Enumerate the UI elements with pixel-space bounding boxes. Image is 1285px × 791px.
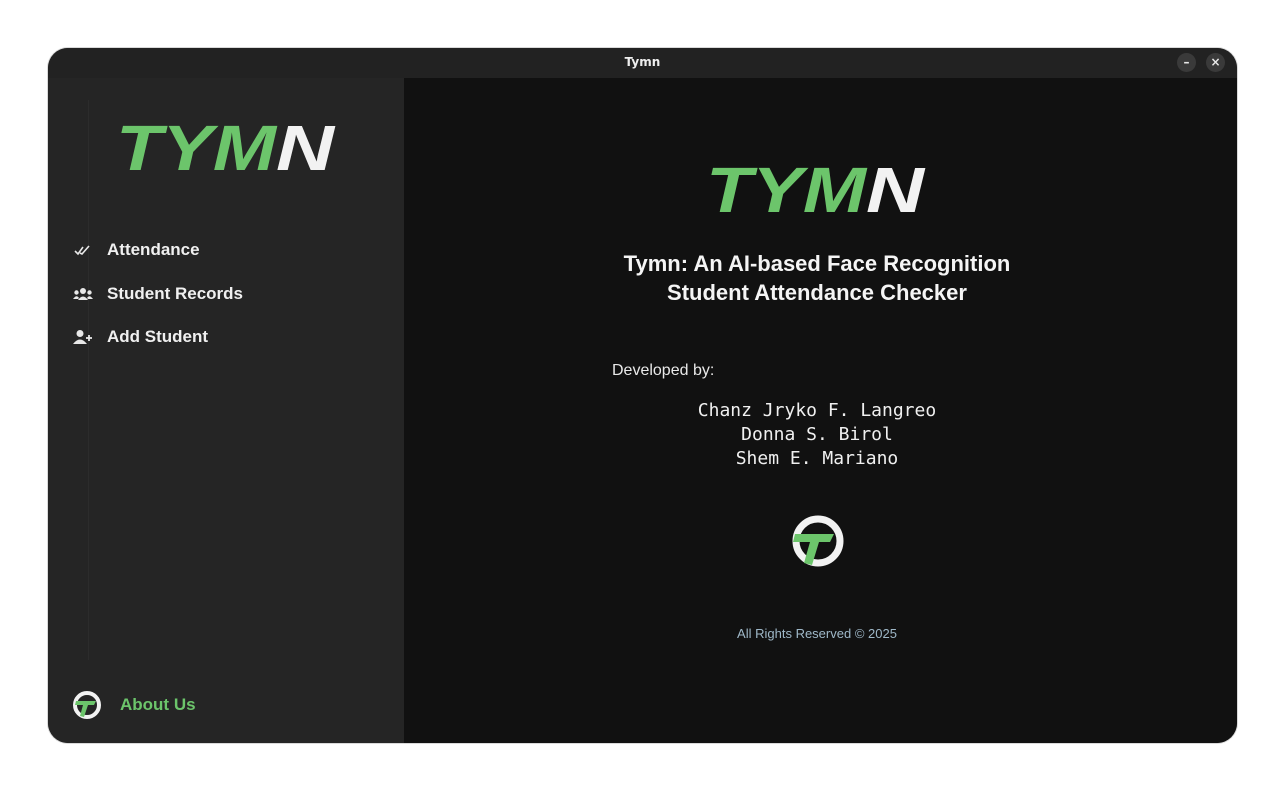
developed-by-label: Developed by: <box>612 362 715 379</box>
title-bar[interactable]: Tymn – × <box>48 48 1237 78</box>
developer-name: Donna S. Birol <box>741 424 893 445</box>
developer-name: Shem E. Mariano <box>735 448 899 469</box>
sidebar-item-add-student[interactable]: Add Student <box>72 323 372 351</box>
main-content: TYM N Tymn: An AI-based Face Recognition… <box>404 78 1237 743</box>
app-title-line-1: Tymn: An AI-based Face Recognition <box>623 251 1011 276</box>
svg-text:TYM: TYM <box>116 114 278 182</box>
tymn-emblem-icon <box>73 691 101 719</box>
svg-text:TYM: TYM <box>706 156 868 224</box>
sidebar-item-label: Student Records <box>107 284 244 303</box>
sidebar-item-label: Add Student <box>107 327 209 346</box>
sidebar-item-student-records[interactable]: Student Records <box>72 280 372 308</box>
sidebar-item-attendance[interactable]: Attendance <box>72 236 372 264</box>
copyright-text: All Rights Reserved © 2025 <box>737 626 897 641</box>
sidebar-item-label: Attendance <box>107 240 200 259</box>
double-check-icon <box>74 245 90 256</box>
close-button[interactable]: × <box>1206 53 1225 72</box>
svg-text:N: N <box>276 114 336 182</box>
sidebar: TYM N Attendance Student Records Add Stu… <box>48 78 404 743</box>
tymn-logo: TYM N <box>116 114 336 182</box>
tymn-logo-large: TYM N <box>706 156 926 224</box>
user-plus-icon <box>73 330 92 344</box>
window-title: Tymn <box>624 55 661 69</box>
about-us-label: About Us <box>120 695 196 714</box>
minimize-button[interactable]: – <box>1177 53 1196 72</box>
app-title-line-2: Student Attendance Checker <box>667 280 967 305</box>
app-window: Tymn – × TYM N Attendance Student Record… <box>48 48 1237 743</box>
developer-name: Chanz Jryko F. Langreo <box>697 400 937 421</box>
sidebar-divider <box>88 100 89 660</box>
about-us-button[interactable]: About Us <box>72 690 196 720</box>
users-icon <box>73 288 93 300</box>
svg-text:N: N <box>866 156 926 224</box>
tymn-emblem-icon <box>792 515 844 567</box>
